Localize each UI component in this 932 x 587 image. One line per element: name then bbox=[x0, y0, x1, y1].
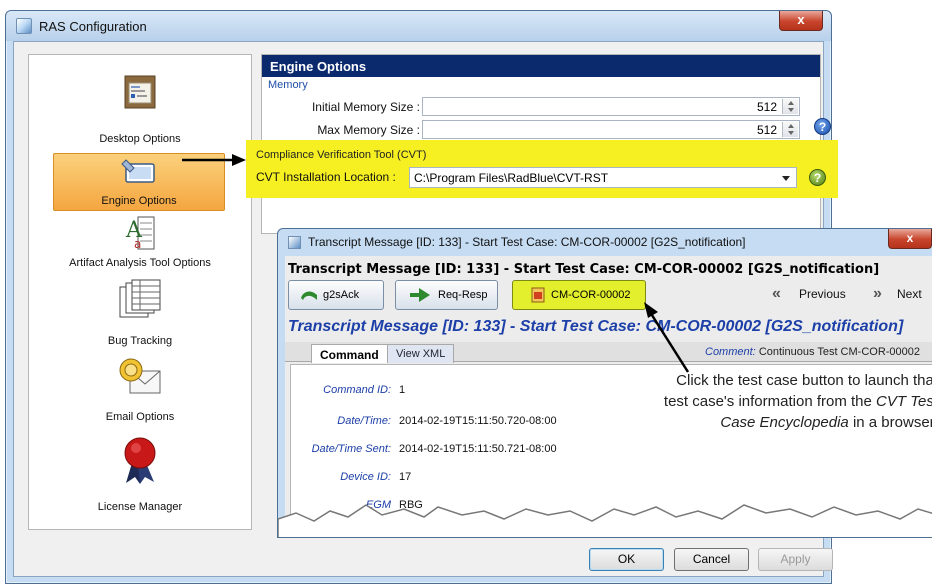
field-label: Device ID: bbox=[340, 471, 391, 483]
memory-section-label: Memory bbox=[268, 79, 308, 91]
callout-text: test case's information from the bbox=[663, 393, 877, 410]
initial-memory-spinner[interactable]: 512 bbox=[422, 97, 800, 116]
bug-tracking-icon bbox=[119, 279, 161, 318]
sidebar-item-label: Email Options bbox=[105, 411, 175, 423]
sidebar-item-desktop-options[interactable]: Desktop Options bbox=[29, 61, 251, 153]
callout-emphasis: Case Encyclopedia bbox=[720, 414, 849, 431]
field-label: Date/Time Sent: bbox=[311, 443, 391, 455]
desktop-options-icon bbox=[124, 75, 156, 109]
sidebar-item-label: Bug Tracking bbox=[107, 335, 173, 347]
max-memory-label: Max Memory Size : bbox=[317, 123, 420, 137]
chevron-down-icon[interactable] bbox=[782, 176, 790, 181]
callout-line-3: Case Encyclopedia in a browser. bbox=[568, 412, 932, 433]
max-memory-value: 512 bbox=[756, 123, 777, 137]
dialog-title: Transcript Message [ID: 133] - Start Tes… bbox=[308, 235, 746, 249]
comment-value: Continuous Test CM-COR-00002 bbox=[758, 346, 921, 358]
annotation-arrow bbox=[182, 154, 246, 166]
torn-edge bbox=[278, 504, 932, 537]
callout-line-2: test case's information from the CVT Tes… bbox=[568, 391, 932, 412]
window-title: RAS Configuration bbox=[39, 19, 147, 34]
field-label: Command ID: bbox=[323, 384, 391, 396]
cvt-section-highlight: Compliance Verification Tool (CVT) CVT I… bbox=[246, 140, 838, 198]
initial-memory-value: 512 bbox=[756, 100, 777, 114]
sidebar-item-email-options[interactable]: Email Options bbox=[29, 357, 251, 427]
callout-text: in a browser. bbox=[848, 414, 932, 431]
callout-arrow bbox=[644, 302, 690, 373]
memory-help-icon[interactable]: ? bbox=[814, 118, 831, 135]
annotation-callout: Click the test case button to launch tha… bbox=[568, 370, 932, 433]
transcript-heading: Transcript Message [ID: 133] - Start Tes… bbox=[288, 262, 880, 277]
tab-command[interactable]: Command bbox=[311, 344, 388, 363]
options-sidebar: Desktop Options Engine Options A a Artif… bbox=[28, 54, 252, 530]
ok-button[interactable]: OK bbox=[589, 548, 664, 571]
cvt-help-icon[interactable]: ? bbox=[809, 169, 826, 186]
artifact-analysis-icon: A a bbox=[125, 216, 155, 251]
app-icon bbox=[288, 236, 301, 249]
req-resp-button[interactable]: Req-Resp bbox=[395, 280, 498, 310]
test-case-label: CM-COR-00002 bbox=[551, 289, 631, 301]
next-button[interactable]: Next bbox=[897, 287, 922, 301]
license-manager-icon bbox=[124, 437, 156, 484]
g2sack-label: g2sAck bbox=[323, 289, 360, 301]
field-value: 17 bbox=[399, 471, 412, 483]
callout-line-1: Click the test case button to launch tha… bbox=[676, 372, 932, 389]
test-case-document-icon bbox=[531, 287, 545, 303]
test-case-button[interactable]: CM-COR-00002 bbox=[512, 280, 646, 310]
sidebar-item-label: License Manager bbox=[97, 501, 183, 513]
close-button[interactable]: x bbox=[888, 229, 932, 249]
sidebar-item-label: Artifact Analysis Tool Options bbox=[69, 257, 211, 269]
sidebar-item-label: Desktop Options bbox=[99, 133, 181, 145]
cvt-location-combo[interactable]: C:\Program Files\RadBlue\CVT-RST bbox=[409, 167, 797, 188]
svg-text:a: a bbox=[134, 237, 141, 251]
sidebar-item-label: Engine Options bbox=[101, 195, 177, 207]
sidebar-item-artifact-analysis[interactable]: A a Artifact Analysis Tool Options bbox=[29, 215, 251, 275]
panel-title: Engine Options bbox=[262, 55, 820, 77]
cvt-section-label: Compliance Verification Tool (CVT) bbox=[256, 149, 427, 161]
comment-label: Comment: bbox=[705, 346, 756, 358]
callout-emphasis: CVT Test bbox=[876, 393, 932, 410]
tab-view-xml[interactable]: View XML bbox=[387, 344, 455, 363]
g2sack-button[interactable]: g2sAck bbox=[288, 280, 384, 310]
forward-arrow-icon bbox=[410, 288, 430, 302]
email-options-icon bbox=[119, 358, 161, 394]
field-value: 1 bbox=[399, 384, 406, 396]
title-bar: RAS Configuration x bbox=[6, 11, 831, 41]
spinner-arrows-icon[interactable] bbox=[782, 122, 798, 137]
transcript-big-title: Transcript Message [ID: 133] - Start Tes… bbox=[288, 318, 904, 335]
previous-icon[interactable]: « bbox=[772, 286, 781, 302]
engine-options-icon bbox=[121, 159, 155, 183]
cancel-button[interactable]: Cancel bbox=[674, 548, 749, 571]
next-icon[interactable]: » bbox=[873, 286, 882, 302]
field-value: 2014-02-19T15:11:50.720-08:00 bbox=[399, 415, 557, 427]
initial-memory-label: Initial Memory Size : bbox=[311, 100, 420, 114]
sidebar-item-bug-tracking[interactable]: Bug Tracking bbox=[29, 277, 251, 351]
comment-text: Comment: Continuous Test CM-COR-00002 bbox=[705, 346, 920, 358]
sidebar-item-license-manager[interactable]: License Manager bbox=[29, 433, 251, 519]
field-label: Date/Time: bbox=[337, 415, 391, 427]
spinner-arrows-icon[interactable] bbox=[782, 99, 798, 114]
previous-button[interactable]: Previous bbox=[799, 287, 846, 301]
close-button[interactable]: x bbox=[779, 11, 823, 31]
app-icon bbox=[16, 18, 32, 34]
max-memory-spinner[interactable]: 512 bbox=[422, 120, 800, 139]
apply-button: Apply bbox=[758, 548, 833, 571]
req-resp-label: Req-Resp bbox=[438, 289, 488, 301]
cvt-location-value: C:\Program Files\RadBlue\CVT-RST bbox=[414, 171, 609, 185]
back-arrow-icon bbox=[301, 291, 317, 300]
field-value: 2014-02-19T15:11:50.721-08:00 bbox=[399, 443, 557, 455]
cvt-location-label: CVT Installation Location : bbox=[256, 170, 396, 184]
